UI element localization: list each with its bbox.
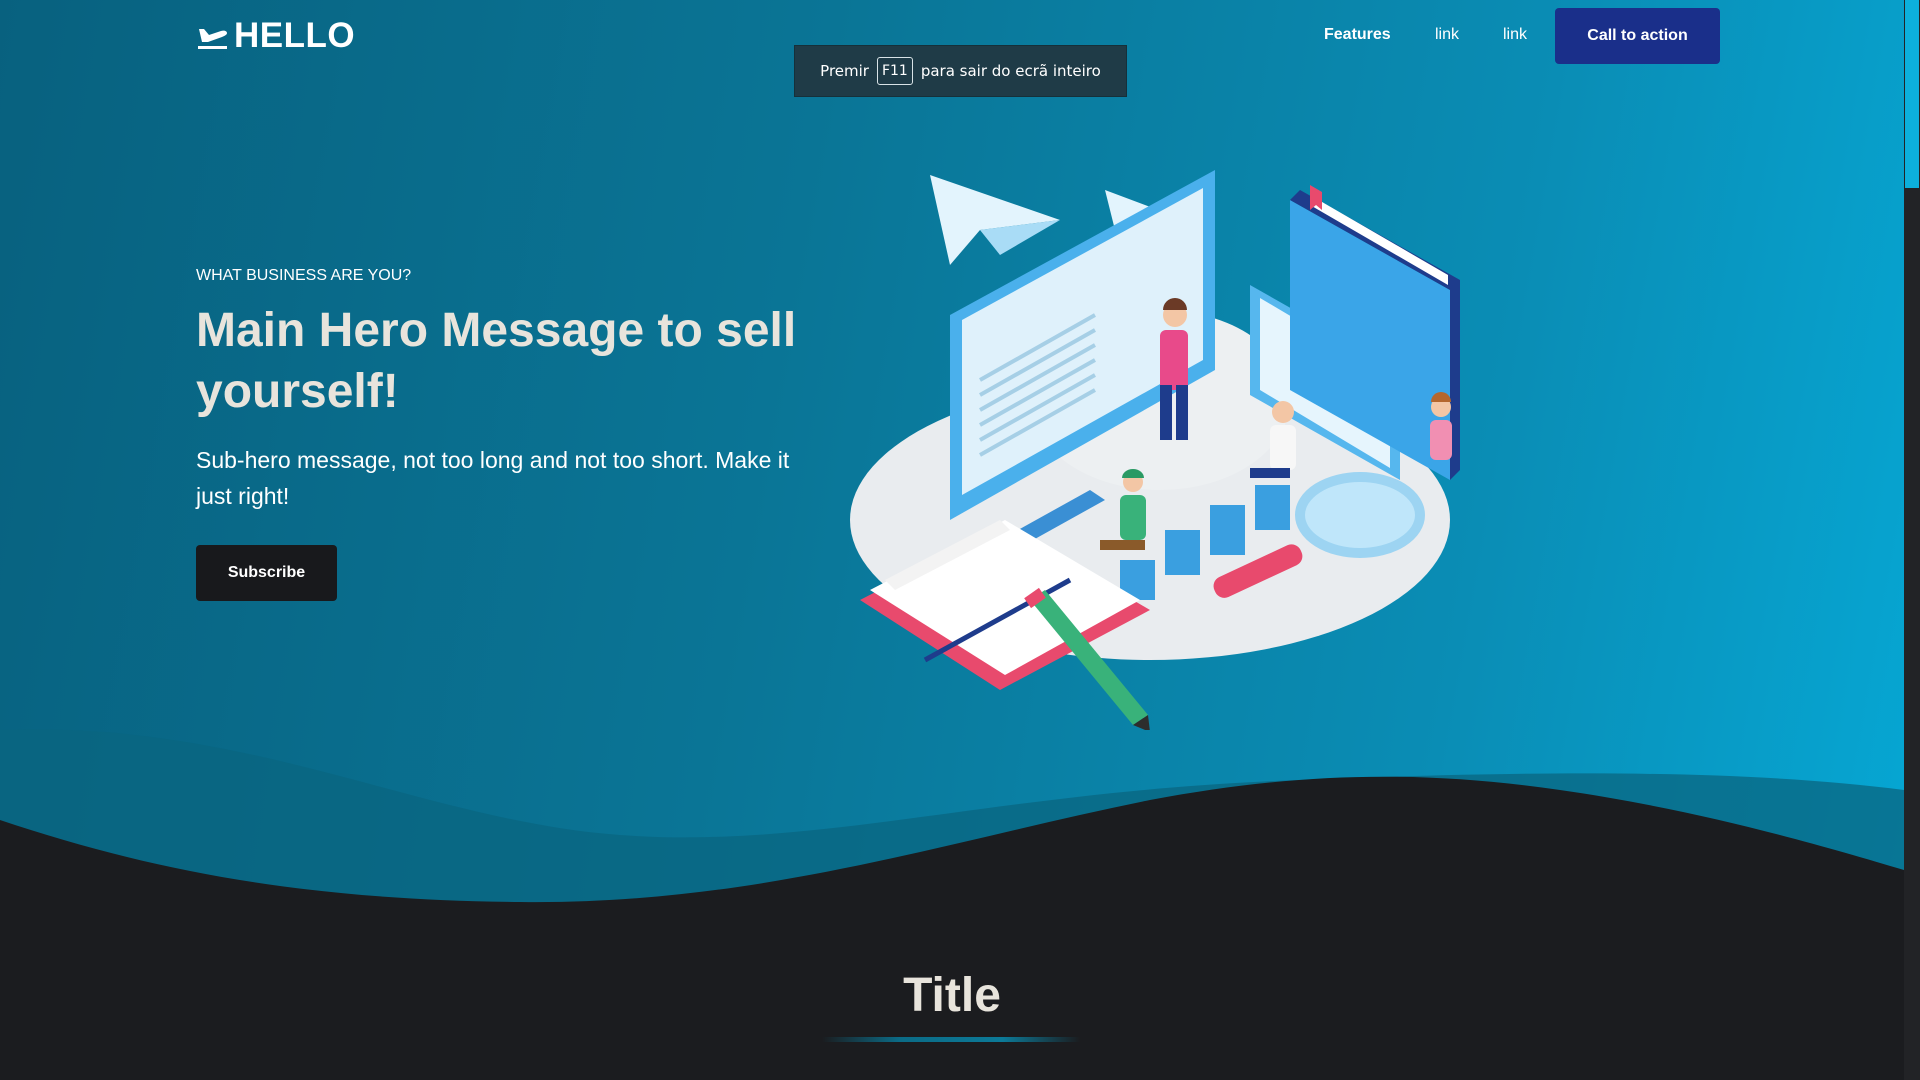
bar-chart-block <box>1210 505 1245 555</box>
toast-key: F11 <box>876 57 913 85</box>
scrollbar-thumb[interactable] <box>1905 0 1919 188</box>
section-title: Title <box>903 969 1001 1022</box>
paper-plane-icon <box>930 175 1060 265</box>
page-scrollbar[interactable] <box>1904 0 1920 1080</box>
brand-name: HELLO <box>234 16 356 55</box>
fullscreen-exit-toast: Premir F11 para sair do ecrã inteiro <box>794 45 1127 97</box>
hero-section: HELLO Features link link Call to action … <box>0 0 1904 1080</box>
title-underline <box>822 1037 1080 1042</box>
brand-logo[interactable]: HELLO <box>196 16 355 56</box>
airplane-departure-icon <box>198 29 227 49</box>
hero-illustration <box>850 170 1460 730</box>
nav-link-1[interactable]: link <box>1435 26 1459 44</box>
subscribe-button[interactable]: Subscribe <box>196 545 337 601</box>
toast-prefix: Premir <box>820 62 869 80</box>
nav-features-link[interactable]: Features <box>1324 26 1391 44</box>
bar-chart-block <box>1255 485 1290 530</box>
call-to-action-button[interactable]: Call to action <box>1555 8 1720 64</box>
hero-subheadline: Sub-hero message, not too long and not t… <box>196 447 790 509</box>
toast-suffix: para sair do ecrã inteiro <box>920 62 1101 80</box>
bar-chart-block <box>1165 530 1200 575</box>
nav-link-2[interactable]: link <box>1503 26 1527 44</box>
hero-headline: Main Hero Message to sell yourself! <box>196 304 797 418</box>
hero-eyebrow: WHAT BUSINESS ARE YOU? <box>196 267 412 284</box>
magnifier-icon <box>1295 472 1425 558</box>
